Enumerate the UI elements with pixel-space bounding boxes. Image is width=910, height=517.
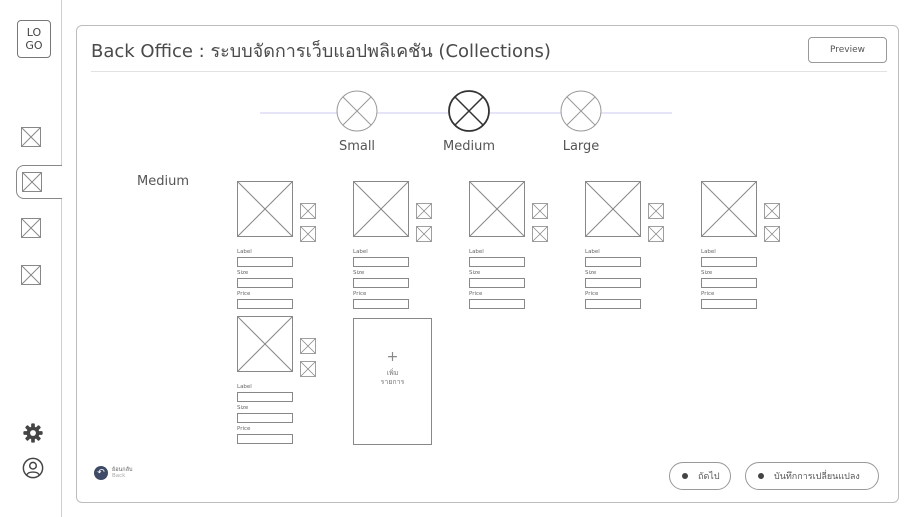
label-field-label: Label (237, 384, 252, 390)
price-input[interactable] (237, 299, 293, 309)
thumbnail-placeholder-icon[interactable] (300, 338, 316, 354)
thumbnail-placeholder-icon[interactable] (648, 226, 664, 242)
circle-placeholder-icon (560, 90, 602, 132)
dot-icon (758, 473, 764, 479)
thumbnail-placeholder-icon[interactable] (764, 203, 780, 219)
sidebar-item-2[interactable] (16, 165, 62, 199)
price-input[interactable] (701, 299, 757, 309)
thumbnail-placeholder-icon[interactable] (532, 226, 548, 242)
back-arrow-icon: ↶ (94, 466, 108, 480)
label-field-label: Label (469, 249, 484, 255)
thumbnail-placeholder-icon[interactable] (300, 203, 316, 219)
circle-placeholder-icon (448, 90, 490, 132)
label-input[interactable] (585, 257, 641, 267)
size-field-label: Size (353, 270, 365, 276)
save-changes-label: บันทึกการเปลี่ยนแปลง (774, 472, 860, 482)
label-input[interactable] (237, 257, 293, 267)
step-small[interactable]: Small (312, 89, 402, 154)
size-field-label: Size (701, 270, 713, 276)
image-placeholder-icon (21, 127, 41, 147)
back-link[interactable]: ↶ ย้อนกลับ Back (94, 466, 132, 480)
sidebar-item-4[interactable] (21, 265, 41, 285)
back-label-en: Back (112, 473, 126, 479)
step-medium[interactable]: Medium (424, 89, 514, 154)
next-button[interactable]: ถัดไป (669, 462, 731, 490)
product-card: Label Size Price (237, 181, 327, 311)
label-input[interactable] (353, 257, 409, 267)
price-field-label: Price (237, 426, 251, 432)
image-placeholder-icon[interactable] (469, 181, 525, 237)
label-input[interactable] (237, 392, 293, 402)
price-input[interactable] (585, 299, 641, 309)
size-input[interactable] (353, 278, 409, 288)
label-field-label: Label (237, 249, 252, 255)
image-placeholder-icon[interactable] (353, 181, 409, 237)
step-label-large: Large (562, 139, 600, 154)
step-label-small: Small (338, 139, 376, 154)
product-card: Label Size Price (585, 181, 675, 311)
page-title: Back Office : ระบบจัดการเว็บแอปพลิเคชัน … (91, 41, 551, 62)
size-input[interactable] (701, 278, 757, 288)
price-input[interactable] (353, 299, 409, 309)
label-field-label: Label (353, 249, 368, 255)
label-field-label: Label (585, 249, 600, 255)
product-card: Label Size Price (469, 181, 559, 311)
image-placeholder-icon[interactable] (237, 316, 293, 372)
size-input[interactable] (237, 278, 293, 288)
product-card: Label Size Price (353, 181, 443, 311)
image-placeholder-icon[interactable] (237, 181, 293, 237)
thumbnail-placeholder-icon[interactable] (764, 226, 780, 242)
price-input[interactable] (237, 434, 293, 444)
thumbnail-placeholder-icon[interactable] (416, 203, 432, 219)
main-panel: Back Office : ระบบจัดการเว็บแอปพลิเคชัน … (76, 25, 899, 503)
gear-icon[interactable] (22, 422, 44, 444)
thumbnail-placeholder-icon[interactable] (648, 203, 664, 219)
size-input[interactable] (237, 413, 293, 423)
preview-button[interactable]: Preview (808, 37, 887, 63)
thumbnail-placeholder-icon[interactable] (416, 226, 432, 242)
product-card: Label Size Price (701, 181, 791, 311)
label-field-label: Label (701, 249, 716, 255)
add-item-button[interactable]: + เพิ่ม รายการ (353, 318, 432, 445)
title-divider (91, 71, 887, 72)
price-input[interactable] (469, 299, 525, 309)
image-placeholder-icon[interactable] (701, 181, 757, 237)
add-item-label: เพิ่ม รายการ (380, 369, 405, 386)
size-field-label: Size (585, 270, 597, 276)
next-button-label: ถัดไป (698, 472, 720, 482)
user-circle-icon[interactable] (22, 457, 44, 479)
size-field-label: Size (237, 270, 249, 276)
section-label: Medium (137, 174, 189, 189)
dot-icon (682, 473, 688, 479)
price-field-label: Price (585, 291, 599, 297)
step-label-medium: Medium (443, 139, 495, 154)
image-placeholder-icon[interactable] (585, 181, 641, 237)
thumbnail-placeholder-icon[interactable] (532, 203, 548, 219)
product-card: Label Size Price (237, 316, 327, 446)
price-field-label: Price (353, 291, 367, 297)
sidebar: LO GO (0, 0, 62, 517)
thumbnail-placeholder-icon[interactable] (300, 226, 316, 242)
size-input[interactable] (469, 278, 525, 288)
step-large[interactable]: Large (536, 89, 626, 154)
save-changes-button[interactable]: บันทึกการเปลี่ยนแปลง (745, 462, 879, 490)
image-placeholder-icon (21, 265, 41, 285)
price-field-label: Price (469, 291, 483, 297)
circle-placeholder-icon (336, 90, 378, 132)
price-field-label: Price (701, 291, 715, 297)
thumbnail-placeholder-icon[interactable] (300, 361, 316, 377)
price-field-label: Price (237, 291, 251, 297)
label-input[interactable] (469, 257, 525, 267)
image-placeholder-icon (21, 218, 41, 238)
size-input[interactable] (585, 278, 641, 288)
plus-icon: + (386, 349, 399, 365)
size-field-label: Size (237, 405, 249, 411)
size-field-label: Size (469, 270, 481, 276)
image-placeholder-icon (22, 172, 42, 192)
sidebar-item-3[interactable] (21, 218, 41, 238)
label-input[interactable] (701, 257, 757, 267)
sidebar-item-1[interactable] (21, 127, 41, 147)
logo: LO GO (17, 20, 51, 58)
